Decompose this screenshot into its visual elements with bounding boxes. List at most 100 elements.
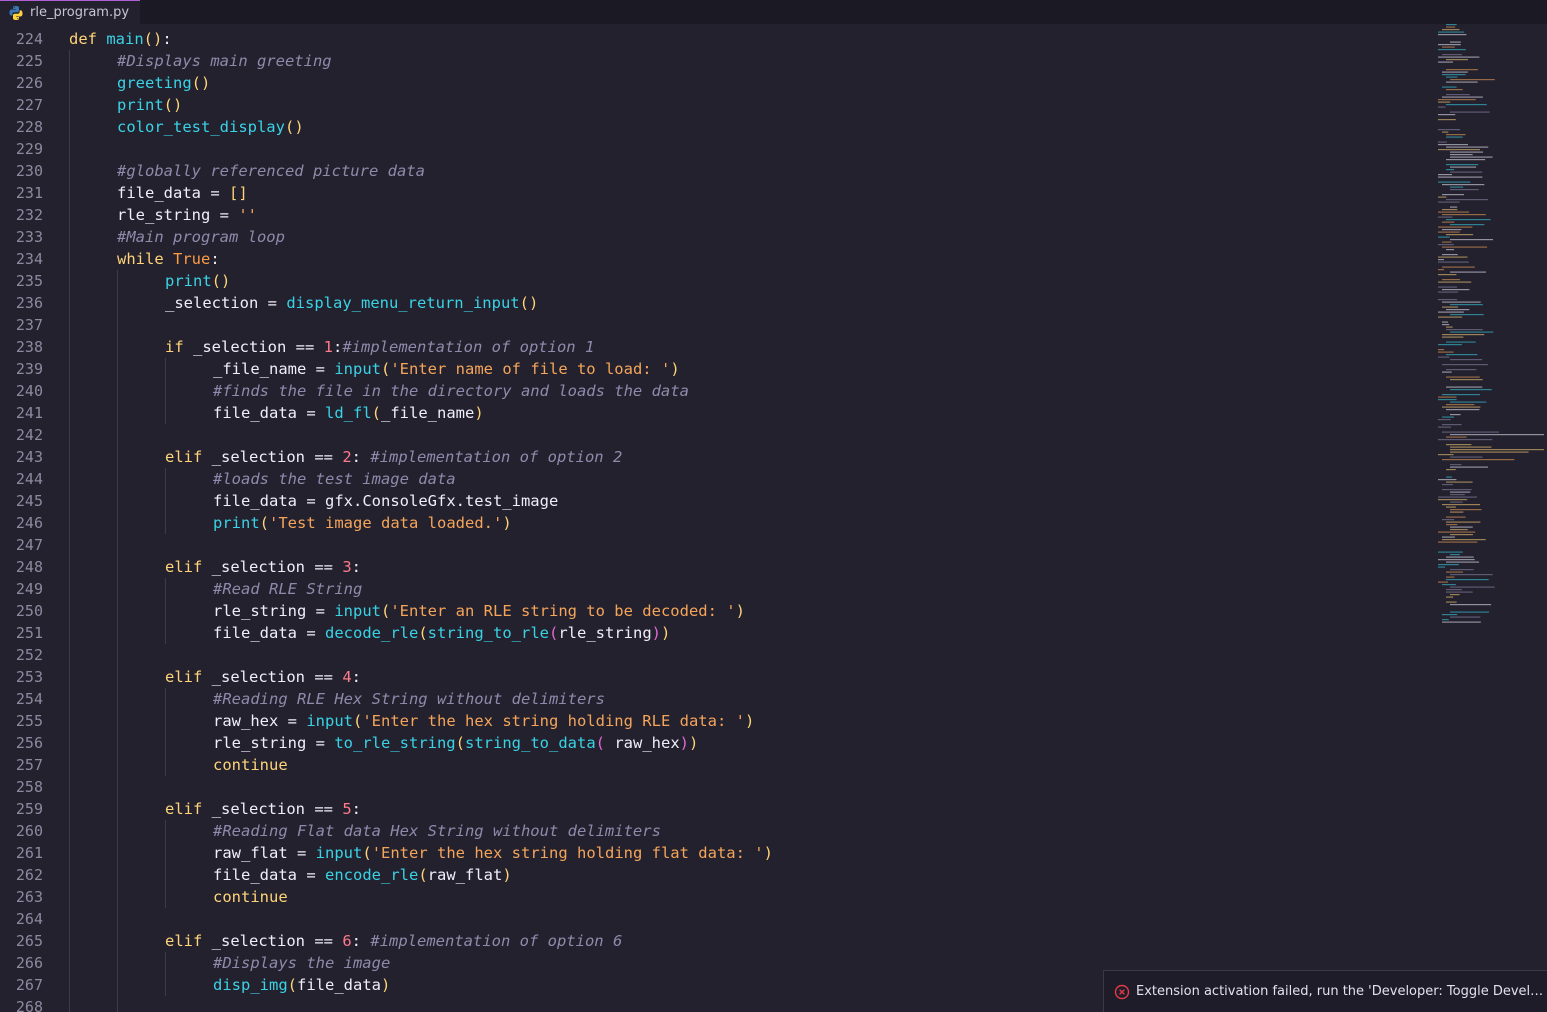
minimap-line xyxy=(1438,269,1445,271)
minimap-line xyxy=(1450,331,1494,333)
code-token: = xyxy=(267,294,287,312)
indent-guide xyxy=(165,578,166,600)
line-code: color_test_display() xyxy=(117,116,304,138)
code-line[interactable]: 242 xyxy=(0,424,1430,446)
code-line[interactable]: 264 xyxy=(0,908,1430,930)
code-line[interactable]: 249 #Read RLE String xyxy=(0,578,1430,600)
code-line[interactable]: 265 elif _selection == 6: #implementation… xyxy=(0,930,1430,952)
indent-guide xyxy=(69,864,70,886)
code-line[interactable]: 251 file_data = decode_rle(string_to_rle(… xyxy=(0,622,1430,644)
indent-guide xyxy=(117,468,118,490)
code-token: : xyxy=(351,800,362,818)
code-line[interactable]: 225 #Displays main greeting xyxy=(0,50,1430,72)
minimap-line xyxy=(1442,184,1485,186)
code-line[interactable]: 226 greeting() xyxy=(0,72,1430,94)
code-line[interactable]: 260 #Reading Flat data Hex String without… xyxy=(0,820,1430,842)
code-line[interactable]: 228 color_test_display() xyxy=(0,116,1430,138)
minimap-line xyxy=(1438,396,1457,398)
code-token: = xyxy=(306,492,325,510)
indent-guide xyxy=(117,600,118,622)
minimap-line xyxy=(1438,106,1446,108)
code-token: input xyxy=(306,712,353,730)
code-token: = xyxy=(287,712,307,730)
error-circle-icon xyxy=(1114,984,1130,999)
indent-guide xyxy=(165,468,166,490)
line-number: 240 xyxy=(15,382,43,400)
minimap-line xyxy=(1438,174,1453,176)
minimap-line xyxy=(1442,336,1464,338)
minimap-line xyxy=(1442,584,1456,586)
code-line[interactable]: 259 elif _selection == 5: xyxy=(0,798,1430,820)
code-line[interactable]: 235 print() xyxy=(0,270,1430,292)
code-line[interactable]: 263 continue xyxy=(0,886,1430,908)
code-content[interactable]: 224 def main(): 225 #Displays main greeting… xyxy=(0,28,1430,1012)
minimap-line xyxy=(1442,279,1460,281)
minimap-line xyxy=(1450,494,1465,496)
code-line[interactable]: 230 #globally referenced picture data xyxy=(0,160,1430,182)
code-line[interactable]: 243 elif _selection == 2: #implementation… xyxy=(0,446,1430,468)
code-line[interactable]: 229 xyxy=(0,138,1430,160)
minimap-line xyxy=(1442,246,1488,248)
code-line[interactable]: 244 #loads the test image data xyxy=(0,468,1430,490)
minimap-line xyxy=(1442,424,1462,426)
code-line[interactable]: 241 file_data = ld_fl(_file_name) xyxy=(0,402,1430,424)
code-token: : xyxy=(162,30,172,48)
minimap-line xyxy=(1438,61,1453,63)
code-line[interactable]: 252 xyxy=(0,644,1430,666)
code-line[interactable]: 253 elif _selection == 4: xyxy=(0,666,1430,688)
minimap-line xyxy=(1438,56,1480,58)
code-line[interactable]: 255 raw_hex = input('Enter the hex string… xyxy=(0,710,1430,732)
code-line[interactable]: 246 print('Test image data loaded.') xyxy=(0,512,1430,534)
code-token: _selection xyxy=(211,448,315,466)
line-number: 247 xyxy=(15,536,43,554)
code-line[interactable]: 254 #Reading RLE Hex String without delim… xyxy=(0,688,1430,710)
code-line[interactable]: 257 continue xyxy=(0,754,1430,776)
minimap-line xyxy=(1438,559,1475,561)
code-token: () xyxy=(143,30,163,48)
code-line[interactable]: 248 elif _selection == 3: xyxy=(0,556,1430,578)
line-number: 252 xyxy=(15,646,43,664)
code-line[interactable]: 238 if _selection == 1:#implementation of… xyxy=(0,336,1430,358)
code-line[interactable]: 256 rle_string = to_rle_string(string_to_… xyxy=(0,732,1430,754)
code-line[interactable]: 233 #Main program loop xyxy=(0,226,1430,248)
code-token: input xyxy=(334,360,381,378)
line-number: 267 xyxy=(15,976,43,994)
tab-rle-program[interactable]: rle_program.py xyxy=(0,0,140,24)
code-token: _selection xyxy=(193,338,296,356)
code-line[interactable]: 224 def main(): xyxy=(0,28,1430,50)
code-line[interactable]: 236 _selection = display_menu_return_inpu… xyxy=(0,292,1430,314)
minimap-line xyxy=(1446,571,1463,573)
code-line[interactable]: 245 file_data = gfx.ConsoleGfx.test_image xyxy=(0,490,1430,512)
code-line[interactable]: 262 file_data = encode_rle(raw_flat) xyxy=(0,864,1430,886)
code-line[interactable]: 232 rle_string = '' xyxy=(0,204,1430,226)
line-number: 226 xyxy=(15,74,43,92)
minimap-line xyxy=(1438,581,1449,583)
code-token: string_to_data xyxy=(465,734,596,752)
line-number: 228 xyxy=(15,118,43,136)
code-line[interactable]: 234 while True: xyxy=(0,248,1430,270)
minimap-line xyxy=(1450,189,1479,191)
indent-guide xyxy=(117,424,118,446)
indent-guide xyxy=(165,380,166,402)
minimap[interactable] xyxy=(1434,24,1547,624)
indent-guide xyxy=(69,666,70,688)
indent-guide xyxy=(69,556,70,578)
indent-guide xyxy=(69,710,70,732)
code-line[interactable]: 239 _file_name = input('Enter name of fil… xyxy=(0,358,1430,380)
minimap-line xyxy=(1442,96,1483,98)
code-line[interactable]: 227 print() xyxy=(0,94,1430,116)
line-code: print('Test image data loaded.') xyxy=(213,512,512,534)
line-number: 259 xyxy=(15,800,43,818)
code-line[interactable]: 258 xyxy=(0,776,1430,798)
code-line[interactable]: 250 rle_string = input('Enter an RLE stri… xyxy=(0,600,1430,622)
code-token: _selection xyxy=(211,668,315,686)
code-line[interactable]: 237 xyxy=(0,314,1430,336)
code-editor[interactable]: rle_program.py 224 def main(): 225 #Display… xyxy=(0,0,1547,1012)
code-line[interactable]: 247 xyxy=(0,534,1430,556)
code-line[interactable]: 261 raw_flat = input('Enter the hex strin… xyxy=(0,842,1430,864)
indent-guide xyxy=(69,358,70,380)
code-line[interactable]: 231 file_data = [] xyxy=(0,182,1430,204)
code-line[interactable]: 240 #finds the file in the directory and … xyxy=(0,380,1430,402)
error-notification[interactable]: Extension activation failed, run the 'De… xyxy=(1103,970,1547,1012)
indent-guide xyxy=(69,270,70,292)
